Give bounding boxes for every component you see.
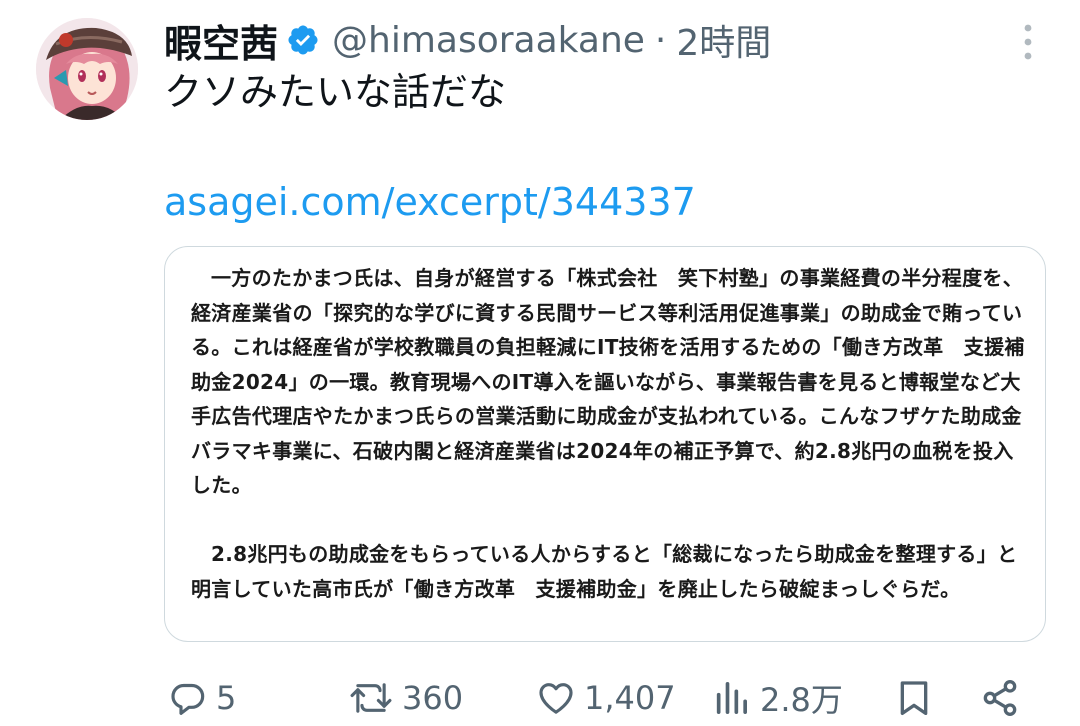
user-handle[interactable]: @himasoraakane (332, 20, 645, 61)
display-name[interactable]: 暇空茜 (164, 13, 278, 68)
separator-dot: · (654, 19, 667, 61)
timestamp[interactable]: 2時間 (676, 14, 771, 66)
tweet-text: クソみたいな話だな (164, 70, 507, 114)
views-count: 2.8万 (760, 681, 843, 719)
views-bar-icon (716, 682, 747, 714)
card-paragraph-1: 一方のたかまつ氏は、自身が経営する「株式会社 笑下村塾」の事業経費の半分程度を、… (191, 266, 1025, 497)
views-button[interactable]: 2.8万 (712, 670, 843, 726)
card-paragraph-2: 2.8兆円もの助成金をもらっている人からすると「総裁になったら助成金を整理する」… (191, 542, 1018, 601)
like-button[interactable]: 1,407 (536, 670, 676, 726)
reply-count: 5 (216, 679, 237, 717)
more-vertical-icon[interactable] (1016, 22, 1040, 62)
retweet-icon (350, 683, 392, 713)
action-bar: 5 360 1,407 2.8万 (164, 670, 1034, 726)
card-excerpt: 一方のたかまつ氏は、自身が経営する「株式会社 笑下村塾」の事業経費の半分程度を、… (191, 261, 1029, 606)
retweet-count: 360 (402, 679, 464, 717)
verified-badge-icon[interactable] (286, 23, 320, 57)
share-button[interactable] (980, 670, 1020, 726)
avatar-illustration-icon (36, 18, 138, 120)
heart-icon (539, 683, 573, 714)
bookmark-button[interactable] (894, 670, 934, 726)
tweet-link[interactable]: asagei.com/excerpt/344337 (164, 176, 696, 228)
share-icon (983, 680, 1017, 717)
reply-button[interactable]: 5 (168, 670, 236, 726)
like-count: 1,407 (584, 679, 676, 717)
attached-image-card[interactable]: 一方のたかまつ氏は、自身が経営する「株式会社 笑下村塾」の事業経費の半分程度を、… (164, 246, 1046, 642)
tweet-header: 暇空茜 @himasoraakane · 2時間 (164, 14, 771, 66)
avatar[interactable] (36, 18, 138, 120)
retweet-button[interactable]: 360 (348, 670, 463, 726)
bookmark-icon (900, 681, 928, 715)
reply-icon (171, 683, 205, 715)
